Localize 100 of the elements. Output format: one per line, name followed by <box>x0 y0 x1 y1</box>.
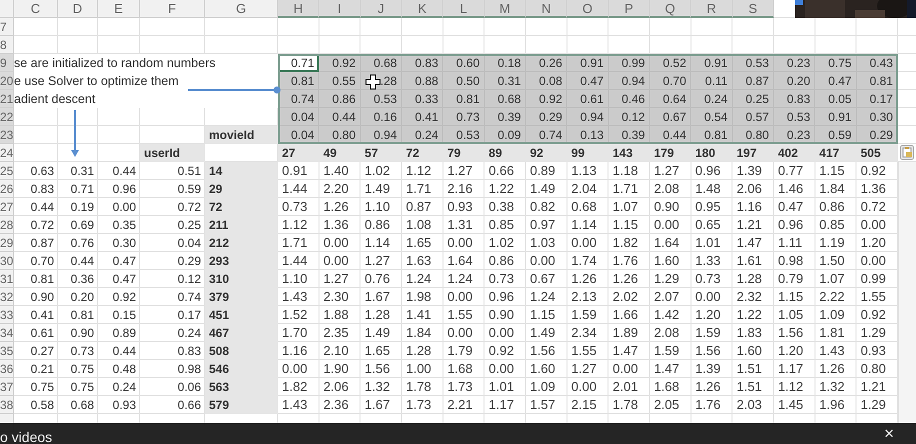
column-header: S <box>732 0 774 18</box>
table-cell-text: 0.31 <box>70 162 95 180</box>
row-header: 27 <box>0 198 14 216</box>
table-cell-text: 0.00 <box>612 360 639 378</box>
table-cell: 0.70 <box>650 72 692 90</box>
close-button[interactable]: × <box>884 425 894 442</box>
table-cell-text: 0.63 <box>30 162 55 180</box>
table-cell-text: 2.35 <box>322 324 350 342</box>
row-header: 35 <box>0 342 14 360</box>
table-cell-text: 1.02 <box>364 162 391 180</box>
table-cell-text: 0.96 <box>488 288 515 306</box>
table-cell-text: 0.44 <box>112 342 137 360</box>
table-cell-text: 1.40 <box>322 162 350 180</box>
table-cell-text: 1.51 <box>736 360 763 378</box>
table-cell-text: 0.00 <box>446 234 474 252</box>
table-cell: 72 <box>205 198 278 216</box>
table-cell: 0.20 <box>774 72 816 90</box>
table-cell-text: 0.36 <box>70 270 95 288</box>
table-cell-text: 2.06 <box>322 378 350 396</box>
table-cell-text: 0.83 <box>30 180 55 198</box>
table-cell-text: 1.83 <box>736 324 763 342</box>
table-cell-text: 0.80 <box>860 360 887 378</box>
table-cell: 0.04 <box>278 108 320 126</box>
table-cell-text: 0.73 <box>70 342 95 360</box>
table-cell: 0.17 <box>856 90 898 108</box>
table-cell-text: 1.09 <box>528 378 556 396</box>
table-cell-text: 0.96 <box>776 216 804 234</box>
table-cell: 417 <box>815 144 857 162</box>
select-all-corner[interactable] <box>0 0 14 18</box>
table-cell-text: 1.56 <box>776 324 804 342</box>
row-header: 30 <box>0 252 14 270</box>
table-cell-text: 1.47 <box>612 342 639 360</box>
table-cell: 563 <box>205 378 278 396</box>
table-cell: 0.46 <box>608 90 650 108</box>
table-cell-text: 1.31 <box>446 216 474 234</box>
table-cell-text: 0.27 <box>30 342 55 360</box>
table-cell-text: 1.57 <box>528 396 556 414</box>
table-cell-text: 1.26 <box>570 270 598 288</box>
table-cell: 0.91 <box>815 108 857 126</box>
table-cell: 402 <box>774 144 816 162</box>
table-cell-text: 0.87 <box>30 234 55 252</box>
table-cell-text: 0.67 <box>528 270 556 288</box>
column-header: R <box>691 0 733 18</box>
column-header: Q <box>650 0 692 18</box>
table-cell-text: 1.71 <box>404 180 432 198</box>
arrow <box>70 110 80 158</box>
table-cell-text: 1.84 <box>404 324 432 342</box>
table-cell-text: 1.49 <box>364 180 391 198</box>
table-cell-text: 1.24 <box>404 270 432 288</box>
table-cell-text: 1.01 <box>488 378 515 396</box>
table-cell: 0.68 <box>484 90 526 108</box>
table-cell-text: 1.18 <box>612 162 639 180</box>
column-header: M <box>484 0 526 18</box>
table-cell-text: 1.76 <box>612 252 639 270</box>
table-cell: 546 <box>205 360 278 378</box>
table-cell-text: 0.65 <box>694 216 722 234</box>
table-cell-text: 1.16 <box>281 342 308 360</box>
table-cell-text: 1.22 <box>488 180 515 198</box>
table-cell: 0.47 <box>815 72 857 90</box>
table-cell: 180 <box>691 144 733 162</box>
table-cell-text: 1.78 <box>612 396 639 414</box>
table-cell-text: 0.93 <box>446 198 474 216</box>
table-cell-text: 1.27 <box>652 162 680 180</box>
table-cell-text: 1.84 <box>818 180 846 198</box>
table-cell-text: 0.75 <box>70 378 95 396</box>
table-cell-text: 2.16 <box>446 180 474 198</box>
table-cell-text: 0.82 <box>528 198 556 216</box>
table-cell: 0.81 <box>856 72 898 90</box>
column-label: movieId <box>205 126 278 144</box>
row-header: 26 <box>0 180 14 198</box>
table-cell-text: 0.86 <box>364 216 391 234</box>
scrollbar[interactable] <box>898 162 916 423</box>
table-cell-text: 1.78 <box>404 378 432 396</box>
table-cell-text: 1.71 <box>281 234 308 252</box>
table-cell-text: 0.81 <box>70 306 95 324</box>
table-cell-text: 0.83 <box>176 342 202 360</box>
table-cell: 89 <box>484 144 526 162</box>
table-cell-text: 1.03 <box>528 234 556 252</box>
table-cell-text: 1.27 <box>570 360 598 378</box>
table-cell: 0.86 <box>319 90 361 108</box>
table-cell-text: 0.12 <box>176 270 202 288</box>
table-cell-text: 0.79 <box>776 270 804 288</box>
table-cell-text: 1.43 <box>281 288 308 306</box>
table-cell: 0.24 <box>691 90 733 108</box>
table-cell-text: 2.04 <box>570 180 598 198</box>
table-cell-text: 1.50 <box>818 252 846 270</box>
table-cell-text: 1.56 <box>364 360 391 378</box>
column-header: O <box>567 0 609 18</box>
table-cell: 0.41 <box>402 108 444 126</box>
table-cell-text: 0.06 <box>176 378 202 396</box>
table-cell-text: 1.56 <box>694 342 722 360</box>
table-cell-text: 0.47 <box>776 198 804 216</box>
table-cell-text: 0.04 <box>176 234 202 252</box>
table-cell-text: 0.66 <box>176 396 202 414</box>
video-caption[interactable]: o videos <box>0 424 52 444</box>
table-cell-text: 0.97 <box>528 216 556 234</box>
table-cell-text: 0.85 <box>818 216 846 234</box>
table-cell-text: 0.96 <box>694 162 722 180</box>
table-cell: 99 <box>567 144 609 162</box>
table-cell-text: 0.00 <box>112 198 137 216</box>
